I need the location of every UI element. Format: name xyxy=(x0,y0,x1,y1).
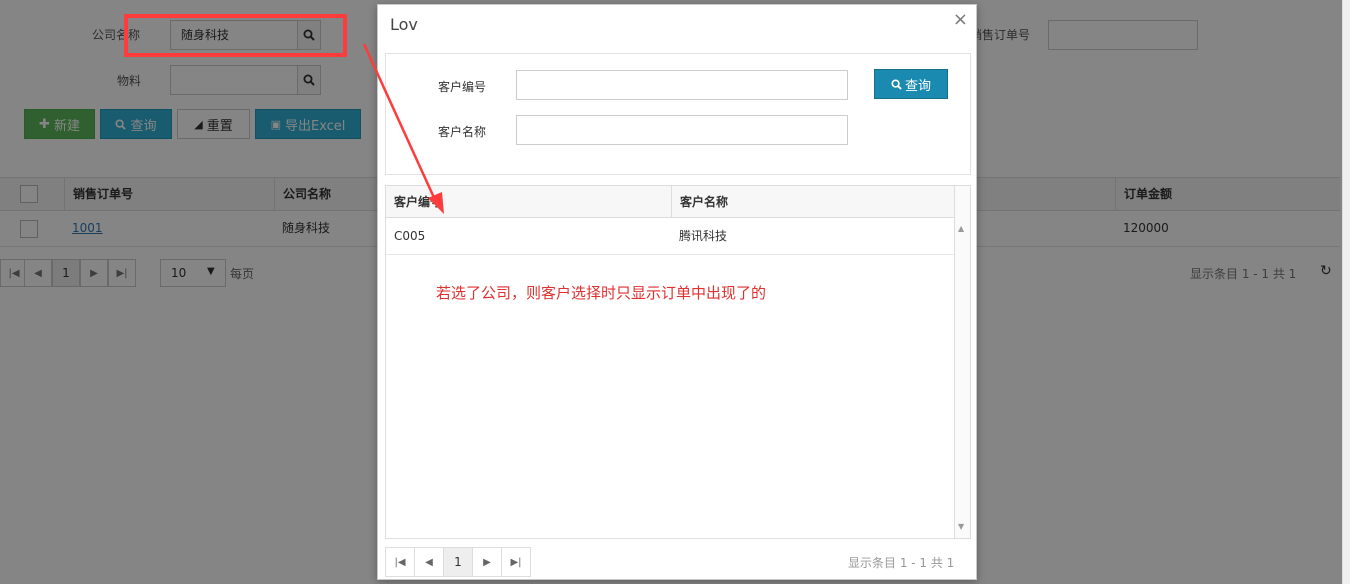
arrow-annotation xyxy=(362,43,444,214)
